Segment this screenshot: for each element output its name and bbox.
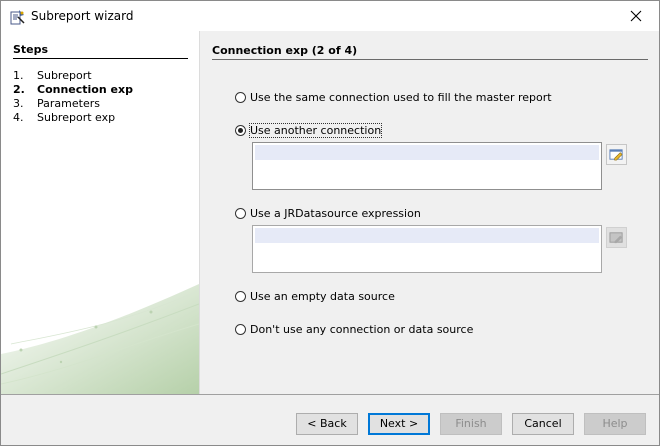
current-line-highlight bbox=[255, 228, 599, 243]
step-label: Subreport exp bbox=[37, 111, 116, 124]
help-button[interactable]: Help bbox=[584, 413, 646, 435]
step-label: Subreport bbox=[37, 69, 92, 82]
step-number: 3. bbox=[13, 97, 24, 110]
step-item-subreport: 1. Subreport bbox=[13, 69, 133, 83]
close-button[interactable] bbox=[613, 1, 659, 31]
step-item-connection-exp: 2. Connection exp bbox=[13, 83, 133, 97]
datasource-expression-field[interactable] bbox=[252, 225, 602, 273]
step-item-subreport-exp: 4. Subreport exp bbox=[13, 111, 133, 125]
steps-list: 1. Subreport 2. Connection exp 3. Parameter… bbox=[13, 69, 133, 125]
radio-button[interactable] bbox=[235, 125, 246, 136]
radio-label: Don't use any connection or data source bbox=[250, 323, 474, 336]
footer-divider bbox=[1, 394, 659, 395]
close-icon bbox=[630, 10, 642, 22]
steps-heading: Steps bbox=[13, 43, 49, 56]
page-title: Connection exp (2 of 4) bbox=[212, 44, 358, 57]
step-number: 1. bbox=[13, 69, 24, 82]
step-item-parameters: 3. Parameters bbox=[13, 97, 133, 111]
steps-panel: Steps 1. Subreport 2. Connection exp 3. Par… bbox=[1, 31, 200, 394]
radio-button[interactable] bbox=[235, 208, 246, 219]
steps-divider bbox=[13, 58, 188, 59]
radio-no-connection[interactable]: Don't use any connection or data source bbox=[235, 323, 473, 336]
finish-button[interactable]: Finish bbox=[440, 413, 502, 435]
connection-exp-panel: Connection exp (2 of 4) Use the same con… bbox=[200, 31, 659, 394]
cancel-button[interactable]: Cancel bbox=[512, 413, 574, 435]
current-line-highlight bbox=[255, 145, 599, 160]
radio-another-connection[interactable]: Use another connection bbox=[235, 123, 383, 138]
wizard-app-icon bbox=[10, 9, 26, 25]
radio-button[interactable] bbox=[235, 92, 246, 103]
radio-button[interactable] bbox=[235, 324, 246, 335]
title-divider bbox=[212, 59, 648, 60]
expression-editor-icon bbox=[609, 149, 623, 161]
subreport-wizard-window: Subreport wizard Steps 1. Subreport 2. Con… bbox=[0, 0, 660, 446]
back-button[interactable]: < Back bbox=[296, 413, 358, 435]
step-label: Connection exp bbox=[37, 83, 133, 96]
title-bar: Subreport wizard bbox=[1, 1, 659, 31]
radio-label: Use the same connection used to fill the… bbox=[250, 91, 552, 104]
connection-expression-field[interactable] bbox=[252, 142, 602, 190]
radio-label: Use a JRDatasource expression bbox=[250, 207, 421, 220]
radio-label: Use an empty data source bbox=[250, 290, 395, 303]
connection-expression-editor-button[interactable] bbox=[606, 144, 627, 165]
radio-empty-datasource[interactable]: Use an empty data source bbox=[235, 290, 395, 303]
step-number: 4. bbox=[13, 111, 24, 124]
datasource-expression-editor-button[interactable] bbox=[606, 227, 627, 248]
step-label: Parameters bbox=[37, 97, 100, 110]
radio-button[interactable] bbox=[235, 291, 246, 302]
radio-jr-datasource[interactable]: Use a JRDatasource expression bbox=[235, 207, 421, 220]
step-number: 2. bbox=[13, 83, 25, 96]
next-button[interactable]: Next > bbox=[368, 413, 430, 435]
expression-editor-disabled-icon bbox=[609, 232, 623, 244]
decorative-background-graphic bbox=[1, 284, 199, 394]
radio-label: Use another connection bbox=[248, 123, 383, 138]
window-title: Subreport wizard bbox=[31, 9, 134, 23]
radio-same-connection[interactable]: Use the same connection used to fill the… bbox=[235, 91, 552, 104]
